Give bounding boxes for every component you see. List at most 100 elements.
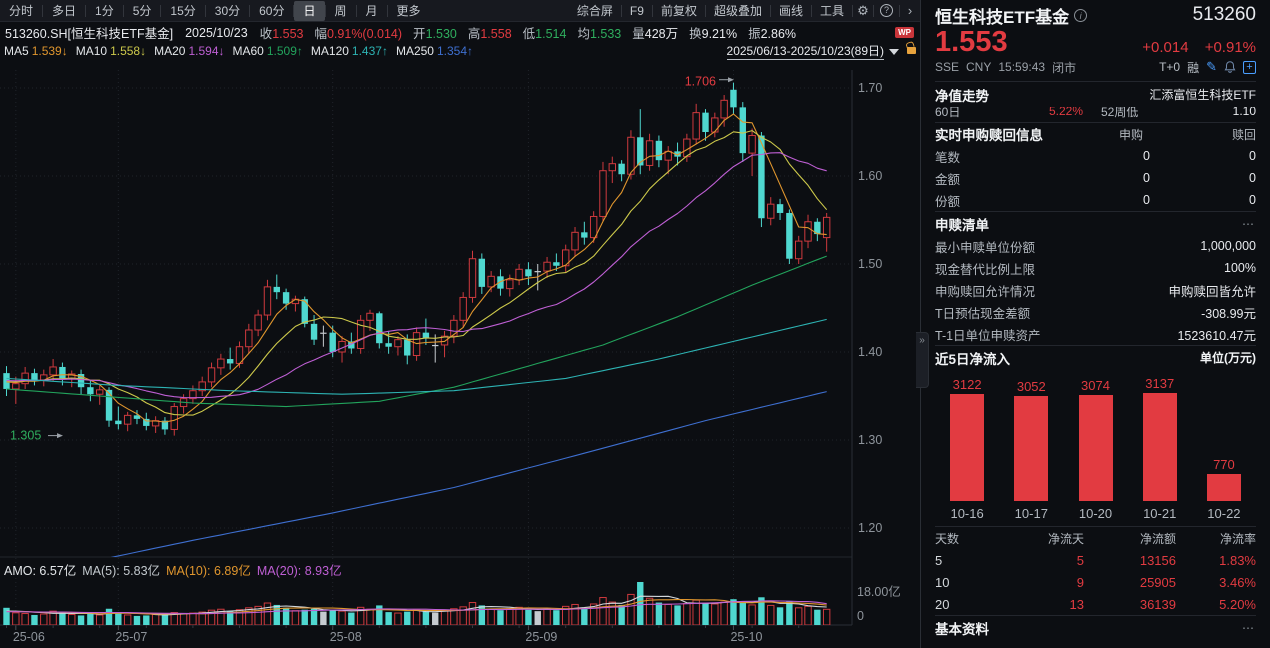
candle xyxy=(543,261,551,272)
field-label: 低 xyxy=(522,27,536,41)
quote-time: 15:59:43 xyxy=(998,60,1046,74)
candle xyxy=(432,344,439,347)
volume-bar xyxy=(143,615,150,625)
volume-bar xyxy=(123,614,132,625)
tool-F9[interactable]: F9 xyxy=(622,4,652,18)
row-value: 1523610.47元 xyxy=(1177,328,1256,343)
volume-bar xyxy=(320,611,327,625)
field-label: 量 xyxy=(632,27,645,41)
wp-badge[interactable]: WP xyxy=(895,27,914,38)
redemption-section-header: 申赎清单 ⋯ xyxy=(935,211,1256,235)
flow-table-row: 20 13 36139 5.20% xyxy=(935,593,1256,615)
tab-1分[interactable]: 1分 xyxy=(86,1,123,21)
tab-15分[interactable]: 15分 xyxy=(161,1,204,21)
volume-bar xyxy=(412,609,421,625)
change-value: +0.014 xyxy=(1142,39,1189,56)
ma-legend-MA20: MA20 1.594↓ xyxy=(154,44,224,58)
row-value: 100% xyxy=(1224,261,1256,275)
alert-bell-icon[interactable] xyxy=(1223,60,1237,74)
help-icon[interactable]: ? xyxy=(880,4,893,17)
separator xyxy=(873,4,874,17)
flow-table-col-header: 净流额 xyxy=(1139,531,1176,546)
tool-前复权[interactable]: 前复权 xyxy=(653,2,705,19)
ma-legend-MA5: MA5 1.539↓ xyxy=(4,44,68,58)
candle xyxy=(12,383,20,390)
flow-table-row: 5 5 13156 1.83% xyxy=(935,549,1256,571)
flow-bar-date: 10-22 xyxy=(1207,506,1241,521)
candle xyxy=(245,329,253,348)
field-收: 收1.553 xyxy=(260,27,304,41)
lock-open-icon[interactable] xyxy=(907,47,916,54)
tab-日[interactable]: 日 xyxy=(294,0,325,21)
panel-collapse-handle[interactable]: » xyxy=(916,332,929,388)
ma-legend-MA120: MA120 1.437↑ xyxy=(311,44,388,58)
exchange-label: SSE xyxy=(935,60,960,74)
y-axis-label: 1.50 xyxy=(858,257,882,271)
volume-bar xyxy=(440,610,449,625)
flow-table-col-header: 净流率 xyxy=(1219,531,1256,546)
redemption-row: T日预估现金差额 -308.99元 xyxy=(935,301,1256,323)
tool-超级叠加[interactable]: 超级叠加 xyxy=(706,2,770,19)
chevron-down-icon[interactable] xyxy=(889,48,899,55)
date-range-label[interactable]: 2025/06/13-2025/10/23(89日) xyxy=(726,42,884,60)
tab-周[interactable]: 周 xyxy=(326,1,356,21)
tab-多日[interactable]: 多日 xyxy=(43,1,85,21)
tool-综合屏[interactable]: 综合屏 xyxy=(569,2,621,19)
field-label: 高 xyxy=(467,27,481,41)
candle xyxy=(468,258,477,298)
candle xyxy=(21,372,29,385)
tab-30分[interactable]: 30分 xyxy=(206,1,249,21)
redeem-value: 0 xyxy=(1249,171,1256,185)
volume-bar xyxy=(394,612,402,625)
candle xyxy=(608,163,616,172)
gear-icon[interactable]: ⚙ xyxy=(853,3,873,19)
basic-more-ellipsis-icon[interactable]: ⋯ xyxy=(1242,621,1256,635)
candle xyxy=(515,268,523,281)
ma-value: 1.509↑ xyxy=(266,43,303,58)
trading-app: 分时 多日 1分 5分 15分 30分 60分日周月更多 综合屏 F9 前复权 超级叠加 画线 工具 ⚙?… xyxy=(0,0,1270,648)
x-axis-label: 25-09 xyxy=(525,630,557,644)
stat-value-2: 1.10 xyxy=(1232,107,1256,118)
volume-bar xyxy=(31,614,38,625)
volume-bar xyxy=(776,607,784,625)
redemption-row: T-1日单位申赎资产 1523610.47元 xyxy=(935,323,1256,345)
flow-bar-date: 10-21 xyxy=(1143,506,1177,521)
tab-分时[interactable]: 分时 xyxy=(0,1,42,21)
more-ellipsis-icon[interactable]: ⋯ xyxy=(1242,217,1256,231)
tab-60分[interactable]: 60分 xyxy=(250,1,293,21)
volume-bar xyxy=(329,610,336,625)
nav-section-row[interactable]: 净值走势 汇添富恒生科技ETF xyxy=(935,82,1256,107)
realtime-row: 金额 0 0 xyxy=(935,167,1256,189)
edit-pencil-icon[interactable]: ✎ xyxy=(1206,59,1217,75)
tab-更多[interactable]: 更多 xyxy=(388,1,430,21)
candle xyxy=(711,117,719,133)
candlestick-series xyxy=(3,82,831,557)
field-label: 振 xyxy=(748,27,761,41)
chevron-right-icon[interactable]: › xyxy=(900,3,920,18)
volume-bar xyxy=(739,601,746,625)
candle xyxy=(310,323,318,340)
flow-table-header: 天数 净流天 净流额 净流率 xyxy=(935,527,1256,549)
candle xyxy=(692,112,700,140)
volume-legend-item: AMO: 6.57亿 xyxy=(4,564,77,578)
volume-bar xyxy=(711,603,719,625)
ma-value: 1.354↑ xyxy=(436,43,474,58)
clipped-stat-row: 60日 5.22% 52周低 1.10 xyxy=(935,107,1256,122)
candle xyxy=(795,240,803,260)
tool-工具[interactable]: 工具 xyxy=(812,2,852,19)
candle xyxy=(96,389,104,395)
nav-title: 净值走势 xyxy=(935,88,989,104)
volume-bar xyxy=(497,610,504,625)
volume-bar xyxy=(822,608,831,625)
info-icon[interactable]: i xyxy=(1074,8,1088,22)
basic-section-header[interactable]: 基本资料 ⋯ xyxy=(935,615,1256,639)
tool-画线[interactable]: 画线 xyxy=(771,2,811,19)
volume-bar xyxy=(655,602,663,625)
volume-bar xyxy=(12,612,20,625)
date-range-control[interactable]: 2025/06/13-2025/10/23(89日) xyxy=(726,42,916,60)
candle xyxy=(226,359,234,364)
candle xyxy=(553,262,560,266)
tab-5分[interactable]: 5分 xyxy=(124,1,161,21)
add-icon[interactable]: + xyxy=(1243,60,1256,74)
tab-月[interactable]: 月 xyxy=(357,1,387,21)
